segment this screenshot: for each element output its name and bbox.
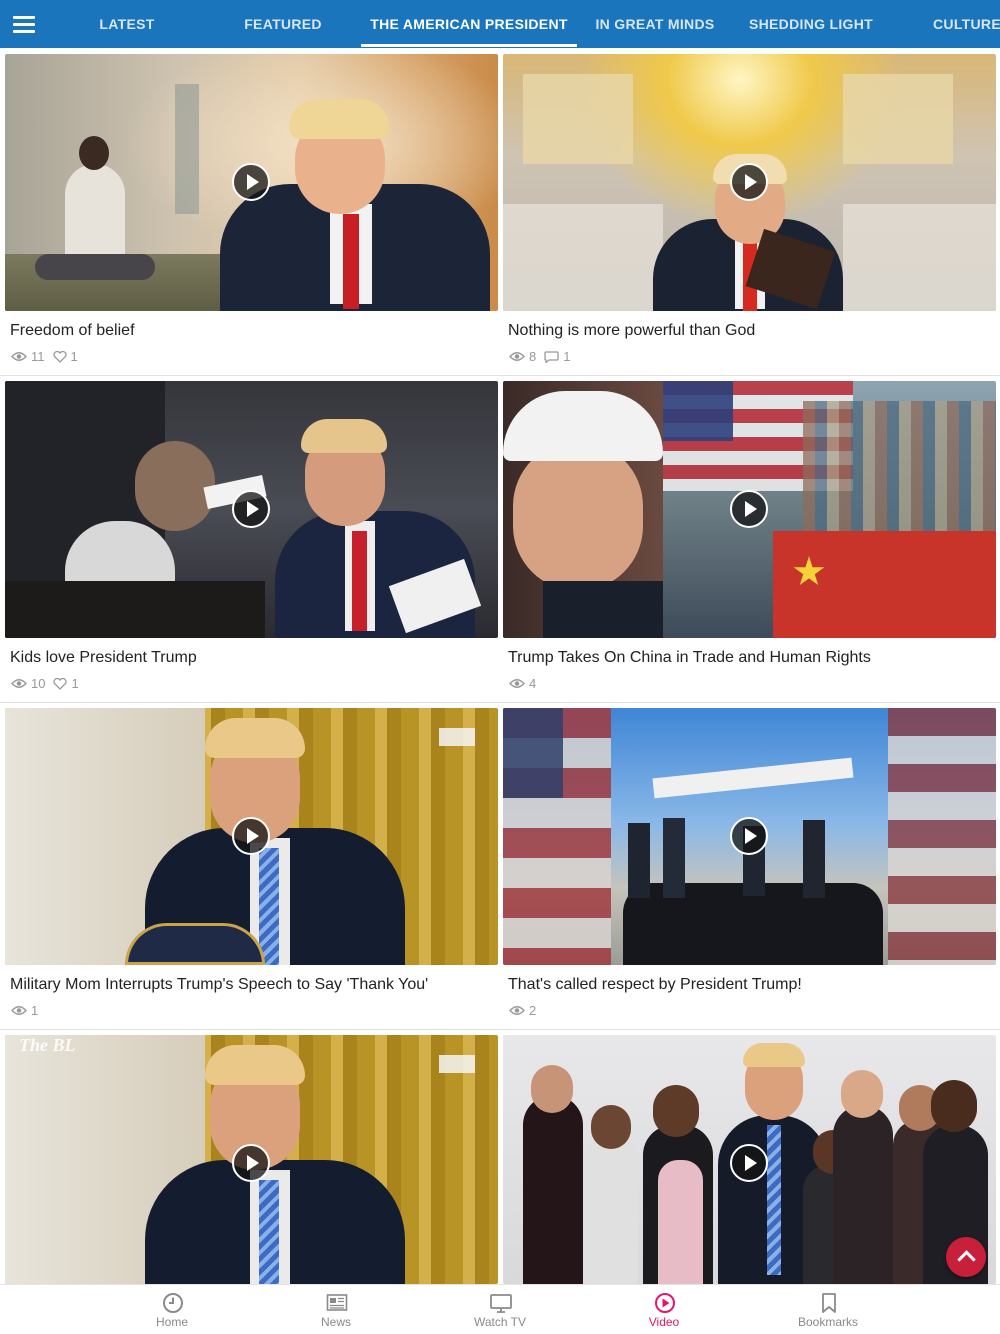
video-card[interactable]: Trump Takes On China in Trade and Human … — [503, 381, 996, 703]
play-icon[interactable] — [730, 817, 768, 855]
video-stats: 1 — [11, 1003, 42, 1018]
eye-icon — [509, 352, 525, 361]
video-title[interactable]: Trump Takes On China in Trade and Human … — [508, 649, 871, 667]
channel-watermark: The BL — [19, 1035, 76, 1055]
video-stats: 10 1 — [11, 676, 83, 691]
like-count: 1 — [70, 349, 78, 364]
play-icon[interactable] — [232, 1144, 270, 1182]
row-divider — [0, 702, 1000, 703]
tab-featured[interactable]: FEATURED — [234, 0, 332, 48]
heart-icon — [53, 677, 68, 690]
eye-icon — [509, 1006, 525, 1015]
view-count: 1 — [31, 1003, 39, 1018]
video-card[interactable]: Military Mom Interrupts Trump's Speech t… — [5, 708, 498, 1030]
comment-count: 1 — [563, 349, 571, 364]
nav-watch-tv[interactable]: Watch TV — [450, 1285, 550, 1334]
hamburger-menu-icon[interactable] — [12, 12, 38, 36]
view-count: 8 — [529, 349, 537, 364]
nav-video[interactable]: Video — [614, 1285, 714, 1334]
eye-icon — [11, 352, 27, 361]
eye-icon — [11, 1006, 27, 1015]
top-app-bar: LATEST FEATURED THE AMERICAN PRESIDENT I… — [0, 0, 1000, 48]
video-thumbnail[interactable] — [5, 381, 498, 638]
video-card[interactable]: Kids love President Trump 10 1 — [5, 381, 498, 703]
nav-label: Video — [648, 1315, 680, 1329]
tab-shedding-light[interactable]: SHEDDING LIGHT — [748, 0, 874, 48]
view-count: 4 — [529, 676, 537, 691]
video-stats: 4 — [509, 676, 540, 691]
video-title[interactable]: That's called respect by President Trump… — [508, 976, 802, 994]
like-count: 1 — [71, 676, 79, 691]
nav-label: News — [320, 1315, 351, 1329]
scroll-to-top-button[interactable] — [946, 1237, 986, 1277]
newspaper-icon — [326, 1294, 348, 1311]
eye-icon — [509, 679, 525, 688]
video-thumbnail[interactable] — [503, 54, 996, 311]
nav-bookmarks[interactable]: Bookmarks — [778, 1285, 878, 1334]
video-card[interactable]: Freedom of belief 11 1 — [5, 54, 498, 376]
video-card[interactable]: That's called respect by President Trump… — [503, 708, 996, 1030]
nav-home[interactable]: Home — [122, 1285, 222, 1334]
video-card[interactable]: Nothing is more powerful than God 8 1 — [503, 54, 996, 376]
video-thumbnail[interactable]: The BL — [5, 1035, 498, 1284]
tab-culture[interactable]: CULTURE — [932, 0, 1000, 48]
video-thumbnail[interactable] — [5, 54, 498, 311]
play-icon[interactable] — [730, 490, 768, 528]
comment-icon — [544, 350, 559, 363]
video-thumbnail[interactable] — [503, 381, 996, 638]
play-icon[interactable] — [232, 490, 270, 528]
nav-label: Bookmarks — [797, 1315, 859, 1329]
video-title[interactable]: Kids love President Trump — [10, 649, 197, 667]
view-count: 2 — [529, 1003, 537, 1018]
play-icon[interactable] — [232, 817, 270, 855]
video-stats: 11 1 — [11, 349, 82, 364]
video-stats: 2 — [509, 1003, 540, 1018]
bottom-navigation: Home News Watch TV Video Bookmarks — [0, 1284, 1000, 1334]
heart-icon — [52, 350, 67, 363]
view-count: 11 — [31, 349, 45, 364]
video-thumbnail[interactable] — [503, 708, 996, 965]
nav-label: Home — [155, 1315, 188, 1329]
nav-news[interactable]: News — [286, 1285, 386, 1334]
tab-in-great-minds[interactable]: IN GREAT MINDS — [594, 0, 716, 48]
video-card[interactable]: The BL — [5, 1035, 498, 1284]
video-title[interactable]: Freedom of belief — [10, 322, 135, 340]
video-thumbnail[interactable] — [503, 1035, 996, 1284]
active-tab-indicator — [361, 44, 577, 47]
play-circle-icon — [655, 1293, 675, 1313]
play-icon[interactable] — [730, 163, 768, 201]
bookmark-icon — [822, 1293, 836, 1313]
row-divider — [0, 1029, 1000, 1030]
video-card[interactable] — [503, 1035, 996, 1284]
nav-label: Watch TV — [473, 1315, 526, 1329]
play-icon[interactable] — [232, 163, 270, 201]
row-divider — [0, 375, 1000, 376]
video-title[interactable]: Nothing is more powerful than God — [508, 322, 755, 340]
tab-the-american-president[interactable]: THE AMERICAN PRESIDENT — [361, 0, 577, 48]
video-thumbnail[interactable] — [5, 708, 498, 965]
view-count: 10 — [31, 676, 46, 691]
play-icon[interactable] — [730, 1144, 768, 1182]
clock-icon — [163, 1293, 183, 1313]
tab-latest[interactable]: LATEST — [86, 0, 168, 48]
tv-icon — [490, 1294, 512, 1313]
video-title[interactable]: Military Mom Interrupts Trump's Speech t… — [10, 976, 428, 994]
video-stats: 8 1 — [509, 349, 574, 364]
eye-icon — [11, 679, 27, 688]
